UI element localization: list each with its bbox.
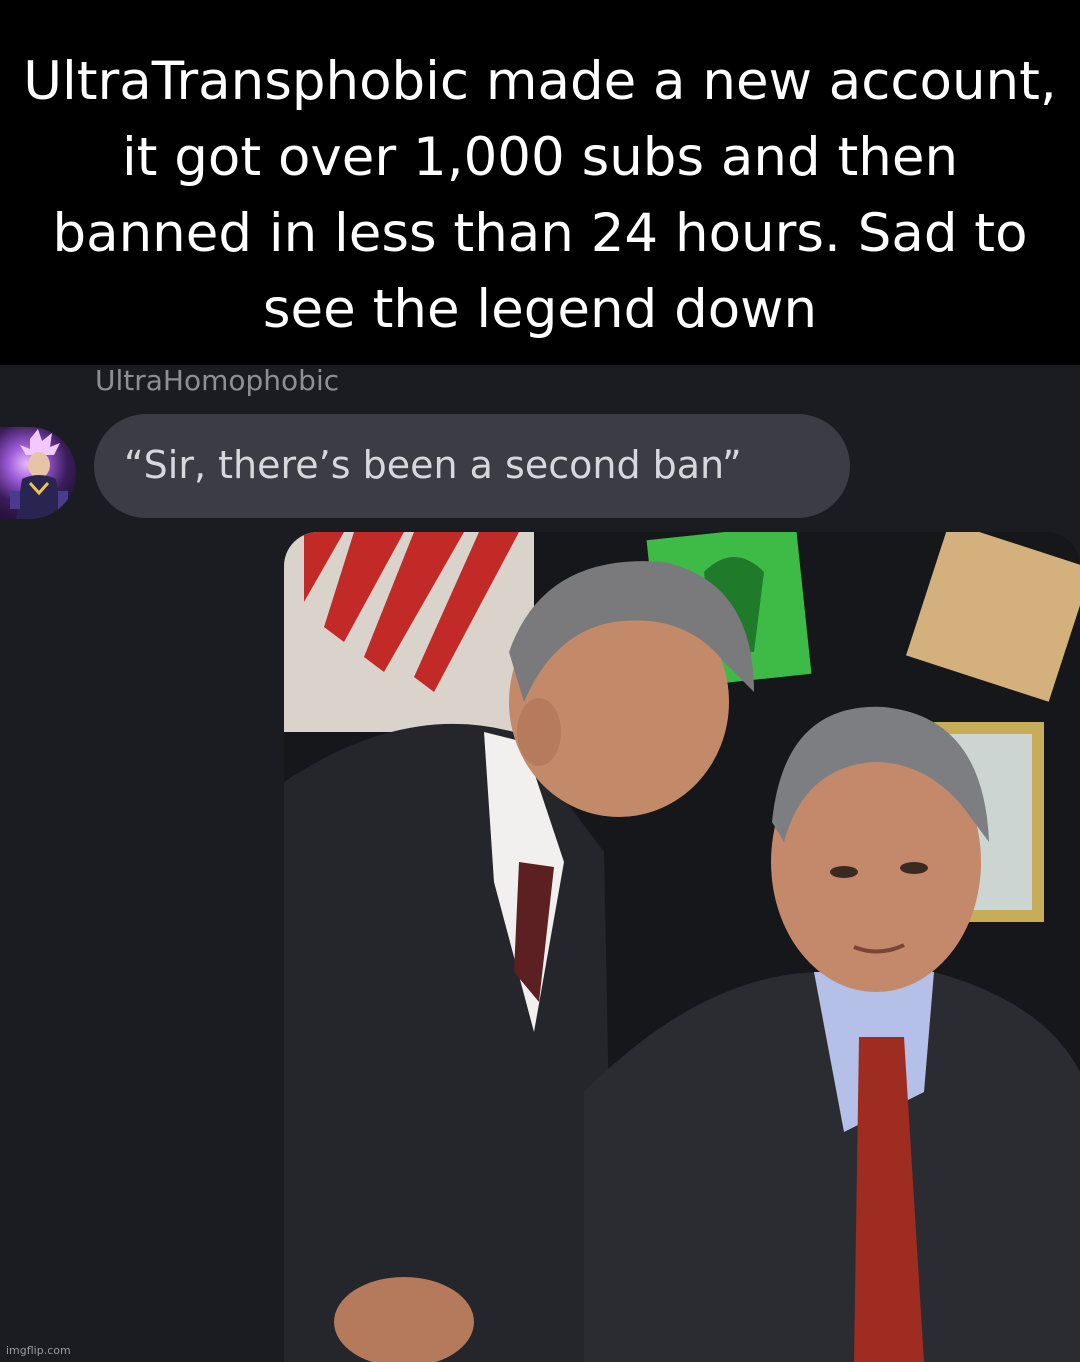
message-username[interactable]: UltraHomophobic: [95, 365, 339, 397]
user-avatar[interactable]: [0, 427, 76, 519]
attached-photo[interactable]: [284, 532, 1080, 1362]
anime-character-avatar-icon: [10, 429, 68, 519]
caption-band: UltraTransphobic made a new account, it …: [0, 0, 1080, 365]
message-bubble[interactable]: “Sir, there’s been a second ban”: [94, 414, 850, 518]
caption-text: UltraTransphobic made a new account, it …: [23, 51, 1057, 340]
news-photo-image: [284, 532, 1080, 1362]
meme-page: UltraTransphobic made a new account, it …: [0, 0, 1080, 1362]
imgflip-watermark: imgflip.com: [6, 1344, 71, 1357]
message-text: “Sir, there’s been a second ban”: [124, 443, 742, 487]
